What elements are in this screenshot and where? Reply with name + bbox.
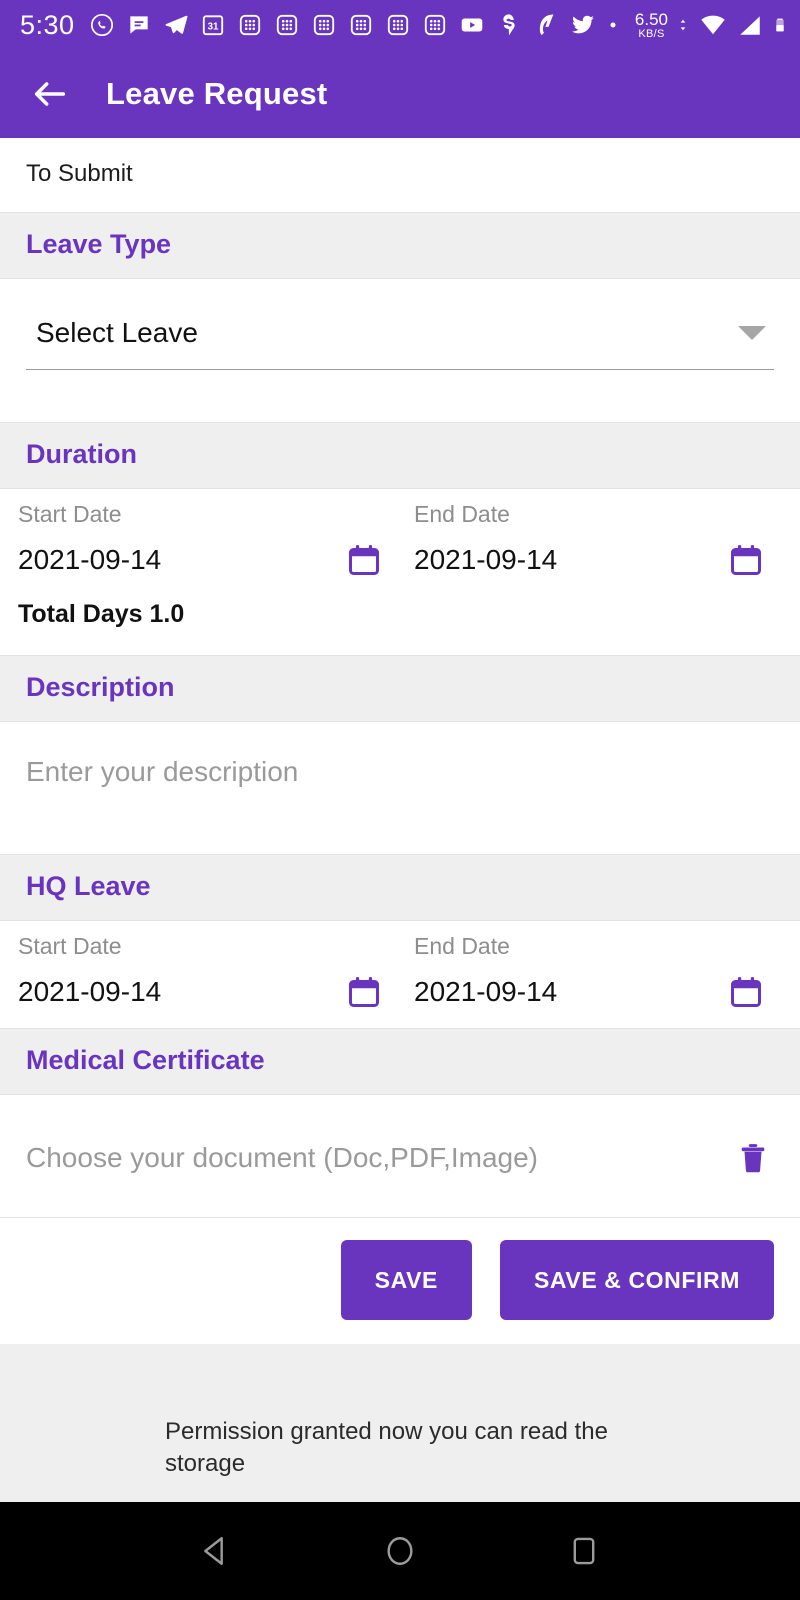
hq-leave-start-date-value: 2021-09-14	[18, 976, 162, 1007]
hq-leave-date-block: Start Date End Date 2021-09-14 2021-09-1…	[0, 921, 800, 1028]
duration-end-date-label: End Date	[414, 501, 510, 527]
document-chooser-placeholder: Choose your document (Doc,PDF,Image)	[26, 1142, 538, 1173]
wifi-icon	[701, 15, 725, 35]
hq-leave-end-date-label: End Date	[414, 933, 510, 959]
calendar-icon	[731, 545, 761, 575]
whatsapp-icon	[90, 13, 113, 37]
status-bar: 5:30 31 6.50 KB/S	[0, 0, 800, 50]
app-grid-icon	[387, 14, 408, 36]
hq-leave-date-values: 2021-09-14 2021-09-14	[18, 974, 782, 1010]
leave-type-field-wrap: Select Leave	[0, 279, 800, 370]
toast-message: Permission granted now you can read the …	[165, 1418, 608, 1478]
description-field[interactable]: Enter your description	[0, 722, 800, 854]
app-grid-icon	[313, 14, 334, 36]
back-button[interactable]	[28, 72, 72, 116]
arrow-left-icon	[34, 82, 66, 106]
section-title-leave-type: Leave Type	[26, 229, 172, 259]
status-bar-clock: 5:30	[20, 9, 75, 40]
app-bar: Leave Request	[0, 50, 800, 138]
duration-end-date-value: 2021-09-14	[414, 544, 558, 575]
hq-leave-date-labels: Start Date End Date	[18, 933, 782, 960]
nav-home-circle-icon[interactable]	[383, 1534, 417, 1568]
leave-type-spacer	[0, 370, 800, 422]
leave-type-dropdown[interactable]: Select Leave	[26, 317, 774, 370]
page-title: Leave Request	[106, 76, 328, 111]
status-bar-notification-icons: 31	[89, 12, 635, 38]
app-grid-icon	[276, 14, 297, 36]
section-title-medical-certificate: Medical Certificate	[26, 1045, 265, 1075]
network-speed-value: 6.50	[634, 9, 668, 29]
swiggy-icon	[502, 14, 515, 36]
form-content: To Submit Leave Type Select Leave Durati…	[0, 138, 800, 1502]
save-button[interactable]: SAVE	[340, 1240, 472, 1320]
status-label: To Submit	[26, 160, 133, 187]
nav-recents-square-icon[interactable]	[567, 1534, 601, 1568]
description-placeholder: Enter your description	[26, 756, 299, 787]
hq-leave-end-date-picker[interactable]: 2021-09-14	[400, 974, 782, 1010]
network-speed-unit: KB/S	[638, 27, 665, 40]
section-header-leave-type: Leave Type	[0, 212, 800, 279]
hq-leave-end-date-value: 2021-09-14	[414, 976, 558, 1007]
document-chooser[interactable]: Choose your document (Doc,PDF,Image)	[0, 1095, 800, 1218]
duration-end-date-picker[interactable]: 2021-09-14	[400, 542, 782, 578]
chevron-down-icon	[738, 326, 766, 340]
app-grid-icon	[350, 14, 371, 36]
status-bar-system-icons: 6.50 KB/S	[635, 11, 788, 40]
section-header-hq-leave: HQ Leave	[0, 854, 800, 921]
telegram-icon	[165, 15, 188, 34]
paytm-icon	[539, 14, 553, 36]
hq-leave-start-date-label: Start Date	[18, 933, 122, 959]
section-title-duration: Duration	[26, 439, 137, 469]
phone-screen: 5:30 31 6.50 KB/S Leave Request To Submi…	[0, 0, 800, 1600]
duration-date-values: 2021-09-14 2021-09-14	[18, 542, 782, 578]
youtube-icon	[461, 18, 482, 32]
app-grid-icon	[239, 14, 260, 36]
section-header-medical-certificate: Medical Certificate	[0, 1028, 800, 1095]
battery-icon	[776, 18, 784, 32]
calendar-icon	[731, 977, 761, 1007]
nav-back-triangle-icon[interactable]	[199, 1534, 233, 1568]
duration-date-labels: Start Date End Date	[18, 501, 782, 528]
twitter-icon	[571, 15, 594, 34]
save-and-confirm-button[interactable]: SAVE & CONFIRM	[499, 1240, 774, 1320]
section-header-description: Description	[0, 655, 800, 722]
status-row: To Submit	[0, 138, 800, 212]
app-grid-icon	[424, 14, 445, 36]
calendar-31-icon: 31	[202, 15, 223, 36]
svg-text:31: 31	[207, 21, 218, 32]
section-title-description: Description	[26, 672, 175, 702]
calendar-icon	[349, 977, 379, 1007]
duration-date-block: Start Date End Date 2021-09-14 2021-09-1…	[0, 489, 800, 578]
duration-start-date-picker[interactable]: 2021-09-14	[18, 542, 400, 578]
calendar-icon	[349, 545, 379, 575]
dot-icon	[610, 22, 616, 28]
action-button-row: SAVE SAVE & CONFIRM	[0, 1218, 800, 1344]
duration-start-date-value: 2021-09-14	[18, 544, 162, 575]
total-days-label: Total Days 1.0	[0, 578, 800, 655]
duration-start-date-label: Start Date	[18, 501, 122, 527]
android-navigation-bar	[0, 1502, 800, 1600]
trash-icon[interactable]	[736, 1139, 770, 1177]
network-speed-indicator: 6.50 KB/S	[635, 11, 668, 40]
message-icon	[129, 16, 148, 34]
section-title-hq-leave: HQ Leave	[26, 871, 151, 901]
toast-area: Permission granted now you can read the …	[0, 1344, 800, 1502]
data-transfer-icon	[680, 19, 686, 31]
signal-icon	[740, 16, 760, 35]
leave-type-selected-value: Select Leave	[36, 317, 198, 348]
section-header-duration: Duration	[0, 422, 800, 489]
hq-leave-start-date-picker[interactable]: 2021-09-14	[18, 974, 400, 1010]
